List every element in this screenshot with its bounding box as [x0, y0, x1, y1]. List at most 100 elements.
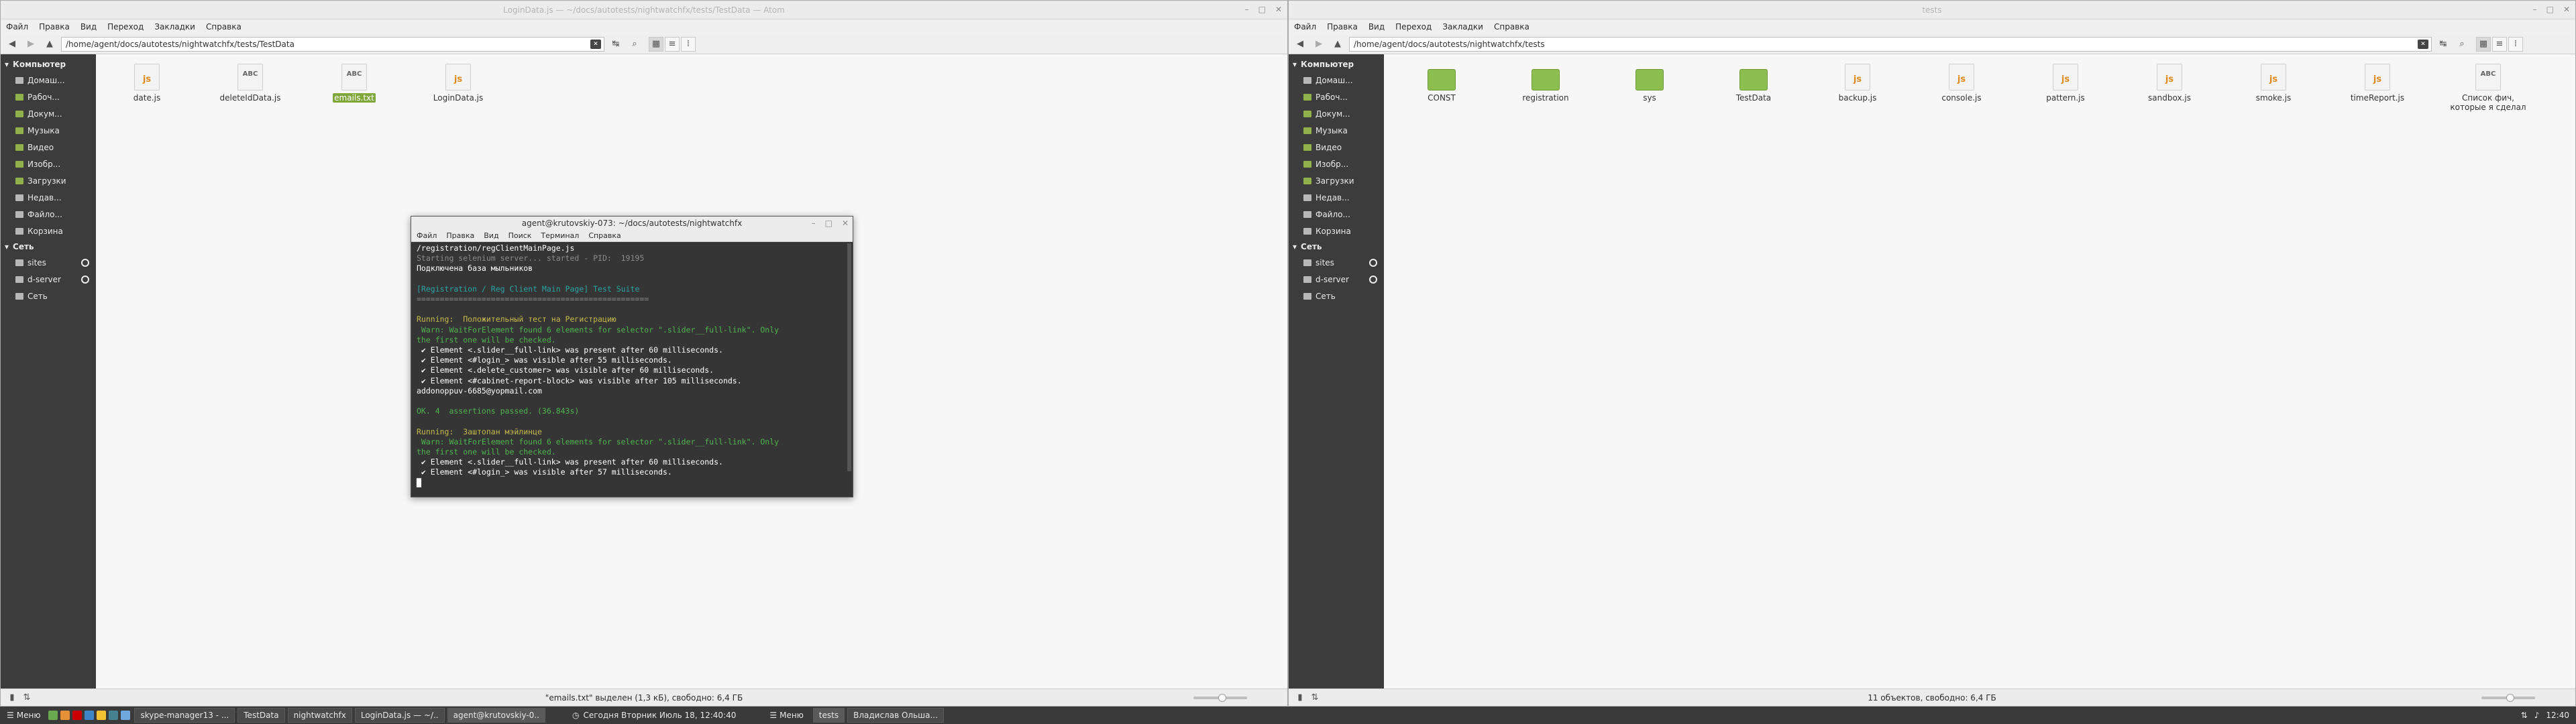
- terminal-menu-help[interactable]: Справка: [588, 231, 621, 240]
- maximize-icon[interactable]: □: [2546, 5, 2554, 14]
- sidebar-item-documents[interactable]: Докум...: [1289, 105, 1384, 122]
- sidebar-item-sites[interactable]: sites: [1289, 254, 1384, 271]
- location-bar[interactable]: /home/agent/docs/autotests/nightwatchfx/…: [61, 36, 604, 52]
- file-view[interactable]: CONST registration sys TestData js backup…: [1384, 54, 2575, 688]
- terminal-menu-search[interactable]: Поиск: [508, 231, 532, 240]
- folder-item[interactable]: CONST: [1405, 64, 1479, 103]
- close-icon[interactable]: ✕: [842, 219, 849, 228]
- terminal-menu-terminal[interactable]: Терминал: [541, 231, 579, 240]
- folder-item[interactable]: TestData: [1717, 64, 1790, 103]
- file-item[interactable]: js pattern.js: [2029, 64, 2102, 103]
- clear-location-icon[interactable]: ✕: [2418, 39, 2428, 49]
- taskbar-window-skype[interactable]: skype-manager13 - ...: [134, 708, 235, 723]
- close-icon[interactable]: ✕: [1275, 5, 1282, 14]
- menu-file[interactable]: Файл: [6, 22, 28, 32]
- terminal-menu-file[interactable]: Файл: [417, 231, 437, 240]
- volume-icon[interactable]: ♪: [2534, 711, 2540, 720]
- back-icon[interactable]: ◀: [5, 37, 19, 52]
- maximize-icon[interactable]: □: [1258, 5, 1266, 14]
- sidebar-item-documents[interactable]: Докум...: [1, 105, 96, 122]
- menu-view[interactable]: Вид: [80, 22, 97, 32]
- taskbar-window-atom[interactable]: LoginData.js — ~/..: [354, 708, 445, 723]
- maximize-icon[interactable]: □: [825, 219, 833, 228]
- file-item[interactable]: js timeReport.js: [2341, 64, 2414, 103]
- folder-item[interactable]: registration: [1509, 64, 1582, 103]
- menu-file[interactable]: Файл: [1294, 22, 1316, 32]
- taskbar-window-chat[interactable]: Владислав Ольша...: [847, 708, 944, 723]
- sidebar-item-d-server[interactable]: d-server: [1, 271, 96, 288]
- sidebar-item-downloads[interactable]: Загрузки: [1, 172, 96, 189]
- toggle-location-icon[interactable]: ↹: [2436, 37, 2451, 52]
- menu-bookmarks[interactable]: Закладки: [1442, 22, 1483, 32]
- minimize-icon[interactable]: –: [1245, 5, 1249, 14]
- sidebar-item-music[interactable]: Музыка: [1289, 122, 1384, 139]
- close-icon[interactable]: ✕: [2563, 5, 2570, 14]
- list-view-icon[interactable]: ≡: [665, 36, 680, 52]
- menu-go[interactable]: Переход: [1395, 22, 1432, 32]
- sidebar-item-pictures[interactable]: Изобр...: [1, 156, 96, 172]
- file-item[interactable]: ABC deleteIdData.js: [213, 64, 287, 103]
- sidebar-toggle-icon[interactable]: ▮: [1293, 690, 1307, 705]
- start-menu-button-right[interactable]: ☰ Меню: [763, 707, 810, 724]
- sidebar-item-home[interactable]: Домаш...: [1289, 72, 1384, 88]
- forward-icon[interactable]: ▶: [1311, 37, 1326, 52]
- up-icon[interactable]: ▲: [42, 37, 57, 52]
- sidebar-item-pictures[interactable]: Изобр...: [1289, 156, 1384, 172]
- sidebar-item-videos[interactable]: Видео: [1, 139, 96, 156]
- file-item[interactable]: ABC Список фич, которые я сделал: [2445, 64, 2532, 112]
- folder-item[interactable]: sys: [1613, 64, 1686, 103]
- terminal-menu-edit[interactable]: Правка: [446, 231, 474, 240]
- sidebar-item-sites[interactable]: sites: [1, 254, 96, 271]
- search-icon[interactable]: ⌕: [2455, 37, 2469, 52]
- zoom-slider[interactable]: [1193, 694, 1247, 702]
- show-desktop-icon[interactable]: [48, 711, 58, 720]
- file-item[interactable]: js smoke.js: [2237, 64, 2310, 103]
- list-view-icon[interactable]: ≡: [2492, 36, 2507, 52]
- taskbar-window-terminal[interactable]: agent@krutovskiy-0..: [447, 708, 545, 723]
- eject-icon[interactable]: [1369, 258, 1377, 267]
- menu-bookmarks[interactable]: Закладки: [154, 22, 195, 32]
- eject-icon[interactable]: [81, 258, 89, 267]
- sidebar-item-network[interactable]: Сеть: [1, 288, 96, 304]
- treeview-icon[interactable]: ⇅: [19, 690, 34, 705]
- taskbar-window-nightwatch[interactable]: nightwatchfx: [287, 708, 352, 723]
- menu-help[interactable]: Справка: [1494, 22, 1529, 32]
- compact-view-icon[interactable]: ⁞: [2508, 36, 2523, 52]
- zoom-slider[interactable]: [2481, 694, 2535, 702]
- sidebar-toggle-icon[interactable]: ▮: [5, 690, 19, 705]
- network-icon[interactable]: ⇅: [2521, 711, 2528, 720]
- menu-go[interactable]: Переход: [107, 22, 144, 32]
- sidebar-item-music[interactable]: Музыка: [1, 122, 96, 139]
- minimize-icon[interactable]: –: [812, 219, 816, 228]
- sidebar-item-network[interactable]: Сеть: [1289, 288, 1384, 304]
- sidebar-section-network[interactable]: ▾ Сеть: [1289, 239, 1384, 254]
- file-item-selected[interactable]: ABC emails.txt: [317, 64, 391, 103]
- file-item[interactable]: js backup.js: [1821, 64, 1894, 103]
- file-item[interactable]: js sandbox.js: [2133, 64, 2206, 103]
- back-icon[interactable]: ◀: [1293, 37, 1307, 52]
- menu-edit[interactable]: Правка: [1327, 22, 1358, 32]
- file-item[interactable]: js console.js: [1925, 64, 1998, 103]
- menu-help[interactable]: Справка: [206, 22, 241, 32]
- clear-location-icon[interactable]: ✕: [590, 39, 601, 49]
- terminal-scrollbar[interactable]: [847, 243, 851, 471]
- skype-icon[interactable]: [121, 711, 131, 720]
- up-icon[interactable]: ▲: [1330, 37, 1345, 52]
- treeview-icon[interactable]: ⇅: [1307, 690, 1322, 705]
- taskbar-window-tests[interactable]: tests: [812, 708, 845, 723]
- zoom-slider-knob[interactable]: [2506, 694, 2515, 702]
- sidebar-section-computer[interactable]: ▾ Компьютер: [1, 57, 96, 72]
- eject-icon[interactable]: [81, 275, 89, 284]
- sidebar-item-trash[interactable]: Корзина: [1289, 223, 1384, 239]
- zoom-slider-knob[interactable]: [1218, 694, 1227, 702]
- sidebar-item-filesystem[interactable]: Файло...: [1, 206, 96, 223]
- search-icon[interactable]: ⌕: [627, 37, 642, 52]
- sidebar-item-home[interactable]: Домаш...: [1, 72, 96, 88]
- clock-applet[interactable]: ◷ Сегодня Вторник Июль 18, 12:40:40: [572, 711, 736, 720]
- icon-view-icon[interactable]: ▦: [2476, 36, 2491, 52]
- sidebar-item-desktop[interactable]: Рабоч...: [1, 88, 96, 105]
- menu-view[interactable]: Вид: [1368, 22, 1385, 32]
- terminal-window[interactable]: agent@krutovskiy-073: ~/docs/autotests/n…: [411, 216, 853, 497]
- firefox-icon[interactable]: [60, 711, 70, 720]
- sidebar-item-filesystem[interactable]: Файло...: [1289, 206, 1384, 223]
